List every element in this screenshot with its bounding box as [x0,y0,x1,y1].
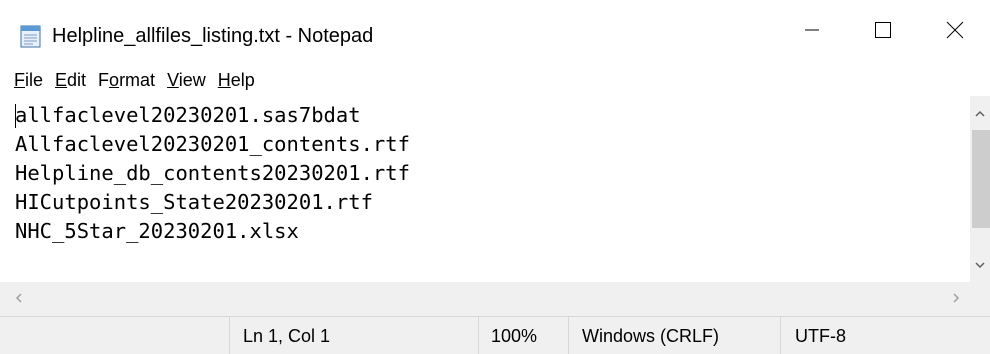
text-caret [15,104,16,128]
title-bar[interactable]: Helpline_allfiles_listing.txt - Notepad [0,0,990,64]
menu-bar: File Edit Format View Help [0,64,990,96]
menu-file-label: ile [25,70,44,90]
scroll-right-button[interactable] [946,282,966,316]
scroll-down-button[interactable] [970,248,990,282]
chevron-down-icon [975,256,985,274]
vertical-scroll-thumb[interactable] [972,130,990,228]
notepad-window: Helpline_allfiles_listing.txt - Notepad … [0,0,990,354]
minimize-icon [804,22,820,43]
status-bar: Ln 1, Col 1 100% Windows (CRLF) UTF-8 [0,316,990,354]
menu-view-accel: V [167,70,179,90]
vertical-scrollbar[interactable] [970,96,990,282]
menu-help-accel: H [217,70,231,90]
text-editor[interactable]: allfaclevel20230201.sas7bdat Allfaclevel… [0,96,970,282]
status-encoding: UTF-8 [795,325,846,346]
status-zoom: 100% [491,325,538,346]
menu-file[interactable]: File [8,69,49,91]
horizontal-scrollbar[interactable] [0,282,970,316]
maximize-button[interactable] [843,0,923,64]
minimize-button[interactable] [772,0,852,64]
status-separator [568,317,569,354]
menu-format-label: rmat [119,70,156,90]
menu-format-pre: F [98,70,110,90]
notepad-icon[interactable] [20,24,42,48]
scrollbar-corner [970,282,990,316]
menu-file-accel: F [14,70,25,90]
menu-view-label: iew [178,70,206,90]
status-position: Ln 1, Col 1 [243,325,331,346]
scroll-left-button[interactable] [8,282,28,316]
status-separator [478,317,479,354]
status-line-ending: Windows (CRLF) [582,325,720,346]
scroll-up-button[interactable] [970,96,990,130]
editor-content[interactable]: allfaclevel20230201.sas7bdat Allfaclevel… [15,101,410,246]
status-separator [229,317,230,354]
menu-help-label: elp [230,70,255,90]
window-title: Helpline_allfiles_listing.txt - Notepad [52,25,374,47]
menu-edit-label: dit [67,70,87,90]
close-button[interactable] [920,0,990,64]
menu-view[interactable]: View [161,69,212,91]
close-icon [946,21,964,44]
chevron-up-icon [975,104,985,122]
status-separator [780,317,781,354]
menu-format[interactable]: Format [92,69,161,91]
menu-help[interactable]: Help [212,69,261,91]
chevron-right-icon [952,290,960,308]
menu-format-accel: o [109,70,120,90]
maximize-icon [874,21,892,44]
chevron-left-icon [15,290,22,308]
menu-edit[interactable]: Edit [49,69,92,91]
menu-edit-accel: E [55,70,68,90]
